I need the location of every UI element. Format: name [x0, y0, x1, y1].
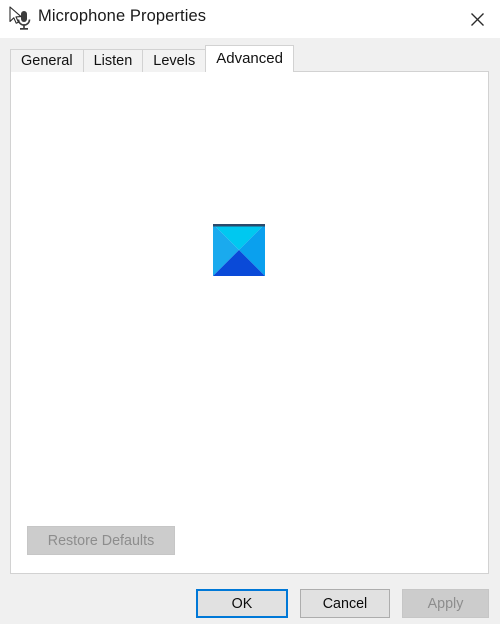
close-button[interactable] [454, 0, 500, 38]
title-bar: Microphone Properties [0, 0, 500, 38]
apply-button[interactable]: Apply [402, 589, 489, 618]
tab-content-panel [10, 71, 489, 574]
ok-button[interactable]: OK [196, 589, 288, 618]
close-icon [470, 12, 484, 26]
window-title: Microphone Properties [38, 7, 207, 25]
tab-general[interactable]: General [10, 49, 84, 72]
blue-diamond-overlay [213, 224, 265, 276]
tab-strip: General Listen Levels Advanced [10, 45, 294, 72]
tab-listen[interactable]: Listen [82, 49, 144, 72]
microphone-properties-dialog: Microphone Properties General Listen Lev… [0, 0, 500, 624]
cancel-button[interactable]: Cancel [300, 589, 390, 618]
restore-defaults-button[interactable]: Restore Defaults [27, 526, 175, 555]
tab-advanced[interactable]: Advanced [205, 45, 294, 72]
tab-levels[interactable]: Levels [142, 49, 207, 72]
microphone-icon [8, 6, 34, 32]
